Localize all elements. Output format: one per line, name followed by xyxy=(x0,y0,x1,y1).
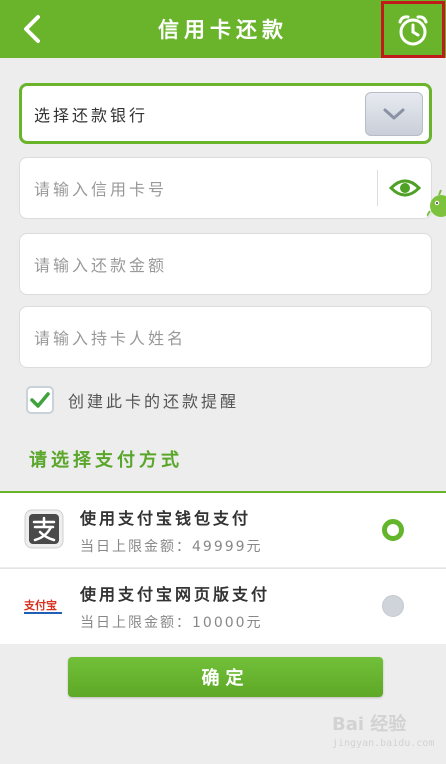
confirm-button[interactable]: 确定 xyxy=(68,657,383,697)
payment-option-name: 使用支付宝钱包支付 xyxy=(80,509,252,528)
alipay-logo-icon: 支付宝 xyxy=(24,598,62,614)
chevron-left-icon xyxy=(24,15,40,43)
payment-section-title: 请选择支付方式 xyxy=(29,450,183,471)
amount-placeholder: 请输入还款金额 xyxy=(34,256,168,275)
reminder-label: 创建此卡的还款提醒 xyxy=(68,392,240,411)
robot-mascot-icon xyxy=(427,189,446,217)
watermark-url: jingyan.baidu.com xyxy=(332,738,435,749)
card-number-placeholder: 请输入信用卡号 xyxy=(34,180,168,199)
payment-option-limit: 当日上限金额：49999元 xyxy=(80,539,263,555)
eye-icon xyxy=(388,179,421,197)
payment-option-web[interactable]: 支付宝 使用支付宝网页版支付 当日上限金额：10000元 xyxy=(0,568,446,644)
holder-name-placeholder: 请输入持卡人姓名 xyxy=(34,329,187,348)
bank-dropdown-button[interactable] xyxy=(365,92,423,136)
reminder-checkbox[interactable] xyxy=(26,386,54,414)
header-bar: 信用卡还款 xyxy=(0,0,446,58)
payment-option-limit: 当日上限金额：10000元 xyxy=(80,615,263,631)
bank-select[interactable]: 选择还款银行 xyxy=(19,83,432,144)
bank-select-label: 选择还款银行 xyxy=(34,105,149,125)
payment-option-wallet[interactable]: 使用支付宝钱包支付 当日上限金额：49999元 xyxy=(0,491,446,567)
payment-radio-unselected[interactable] xyxy=(382,595,404,617)
svg-text:支付宝: 支付宝 xyxy=(24,598,57,612)
reminder-option[interactable]: 创建此卡的还款提醒 xyxy=(26,386,239,414)
alarm-button[interactable] xyxy=(381,1,445,58)
payment-radio-selected[interactable] xyxy=(382,519,404,541)
card-number-input[interactable]: 请输入信用卡号 xyxy=(19,157,432,219)
checkmark-icon xyxy=(30,392,50,408)
amount-input[interactable]: 请输入还款金额 xyxy=(19,233,432,295)
chevron-down-icon xyxy=(383,108,405,120)
holder-name-input[interactable]: 请输入持卡人姓名 xyxy=(19,306,432,368)
page-title: 信用卡还款 xyxy=(158,18,288,42)
payment-option-name: 使用支付宝网页版支付 xyxy=(80,585,271,604)
alipay-wallet-icon xyxy=(24,509,64,549)
back-button[interactable] xyxy=(14,11,50,47)
toggle-visibility-button[interactable] xyxy=(377,170,431,206)
watermark: Bai 经验 jingyan.baidu.com xyxy=(332,708,442,754)
watermark-brand: Bai 经验 xyxy=(332,714,407,735)
alarm-clock-icon xyxy=(398,14,428,45)
